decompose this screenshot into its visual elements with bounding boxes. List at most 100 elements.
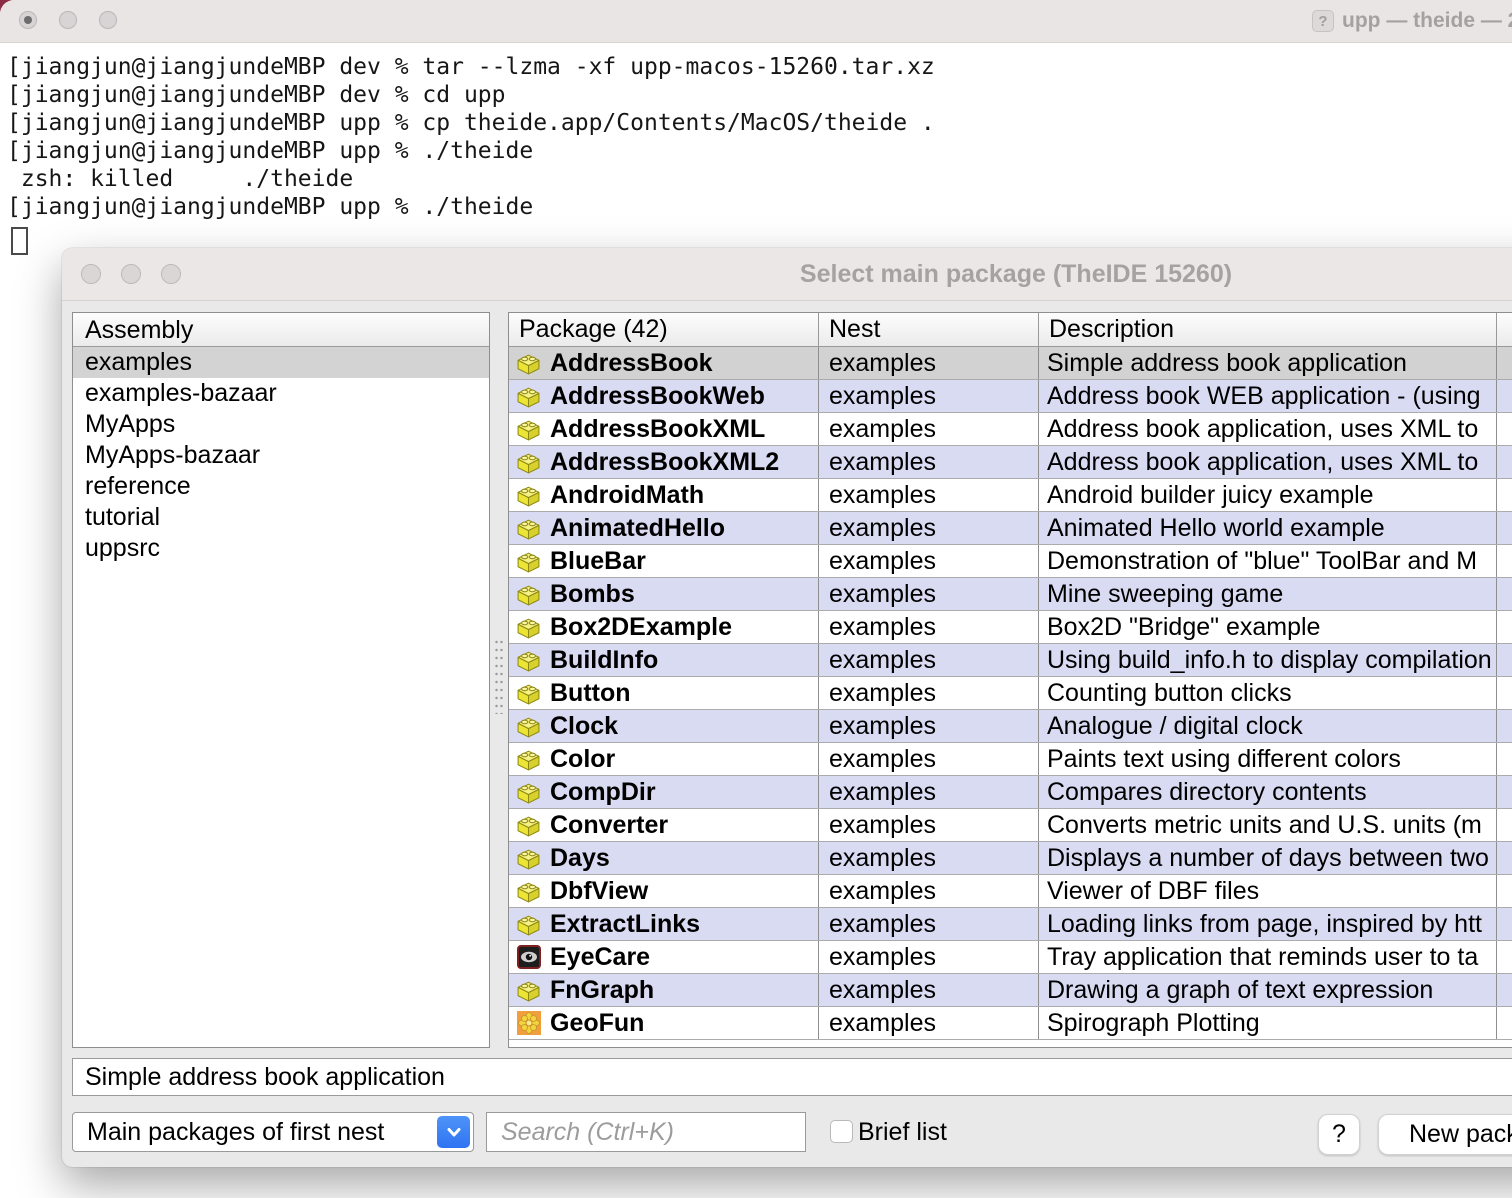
package-description: Converts metric units and U.S. units (m bbox=[1039, 809, 1497, 841]
package-row-AnimatedHello[interactable]: AnimatedHello examples Animated Hello wo… bbox=[509, 512, 1512, 545]
package-nest: examples bbox=[819, 347, 1039, 379]
package-description: Android builder juicy example bbox=[1039, 479, 1497, 511]
row-spacer bbox=[1497, 908, 1512, 940]
package-row-AddressBook[interactable]: AddressBook examples Simple address book… bbox=[509, 347, 1512, 380]
package-description: Demonstration of "blue" ToolBar and M bbox=[1039, 545, 1497, 577]
package-rows: AddressBook examples Simple address book… bbox=[509, 347, 1512, 1040]
package-nest: examples bbox=[819, 644, 1039, 676]
package-row-GeoFun[interactable]: GeoFun examples Spirograph Plotting bbox=[509, 1007, 1512, 1040]
package-row-AndroidMath[interactable]: AndroidMath examples Android builder jui… bbox=[509, 479, 1512, 512]
package-nest: examples bbox=[819, 809, 1039, 841]
package-row-Button[interactable]: Button examples Counting button clicks bbox=[509, 677, 1512, 710]
brief-list-label: Brief list bbox=[858, 1114, 947, 1150]
assembly-item-tutorial[interactable]: tutorial bbox=[73, 502, 489, 533]
row-spacer bbox=[1497, 446, 1512, 478]
package-description: Using build_info.h to display compilatio… bbox=[1039, 644, 1497, 676]
nest-filter-dropdown[interactable]: Main packages of first nest bbox=[72, 1112, 474, 1152]
row-spacer bbox=[1497, 545, 1512, 577]
terminal-line: zsh: killed ./theide bbox=[7, 165, 1512, 193]
row-spacer bbox=[1497, 479, 1512, 511]
assembly-item-uppsrc[interactable]: uppsrc bbox=[73, 533, 489, 564]
package-row-BlueBar[interactable]: BlueBar examples Demonstration of "blue"… bbox=[509, 545, 1512, 578]
close-dot-icon bbox=[24, 16, 32, 24]
dropdown-button[interactable] bbox=[437, 1116, 470, 1148]
package-nest: examples bbox=[819, 974, 1039, 1006]
package-icon bbox=[515, 812, 542, 838]
terminal-close-button[interactable] bbox=[19, 11, 37, 29]
search-input[interactable]: Search (Ctrl+K) bbox=[486, 1112, 806, 1152]
column-header-description[interactable]: Description bbox=[1039, 313, 1497, 346]
assembly-item-reference[interactable]: reference bbox=[73, 471, 489, 502]
package-row-Color[interactable]: Color examples Paints text using differe… bbox=[509, 743, 1512, 776]
dialog-minimize-button[interactable] bbox=[121, 264, 141, 284]
assembly-item-MyApps[interactable]: MyApps bbox=[73, 409, 489, 440]
package-icon bbox=[515, 878, 542, 904]
terminal-line: [jiangjun@jiangjundeMBP upp % ./theide bbox=[7, 137, 1512, 165]
terminal-output[interactable]: [jiangjun@jiangjundeMBP dev % tar --lzma… bbox=[7, 53, 1512, 221]
assembly-list: examplesexamples-bazaarMyAppsMyApps-baza… bbox=[73, 347, 489, 564]
row-spacer bbox=[1497, 974, 1512, 1006]
package-description: Paints text using different colors bbox=[1039, 743, 1497, 775]
package-row-AddressBookXML[interactable]: AddressBookXML examples Address book app… bbox=[509, 413, 1512, 446]
package-name: AnimatedHello bbox=[550, 514, 725, 543]
panel-splitter-handle[interactable] bbox=[493, 638, 503, 714]
package-icon bbox=[515, 482, 542, 508]
package-icon bbox=[515, 779, 542, 805]
dialog-title: Select main package (TheIDE 15260) bbox=[800, 260, 1232, 289]
terminal-line: [jiangjun@jiangjundeMBP upp % ./theide bbox=[7, 193, 1512, 221]
package-description: Address book application, uses XML to bbox=[1039, 413, 1497, 445]
nest-filter-value: Main packages of first nest bbox=[73, 1113, 433, 1151]
dialog-zoom-button[interactable] bbox=[161, 264, 181, 284]
assembly-item-MyApps-bazaar[interactable]: MyApps-bazaar bbox=[73, 440, 489, 471]
package-row-EyeCare[interactable]: EyeCare examples Tray application that r… bbox=[509, 941, 1512, 974]
row-spacer bbox=[1497, 710, 1512, 742]
new-package-button[interactable]: New package bbox=[1378, 1114, 1512, 1155]
package-nest: examples bbox=[819, 413, 1039, 445]
package-name: EyeCare bbox=[550, 943, 650, 972]
assembly-header: Assembly bbox=[73, 313, 489, 347]
package-name: FnGraph bbox=[550, 976, 654, 1005]
row-spacer bbox=[1497, 512, 1512, 544]
package-row-FnGraph[interactable]: FnGraph examples Drawing a graph of text… bbox=[509, 974, 1512, 1007]
package-row-AddressBookWeb[interactable]: AddressBookWeb examples Address book WEB… bbox=[509, 380, 1512, 413]
package-row-BuildInfo[interactable]: BuildInfo examples Using build_info.h to… bbox=[509, 644, 1512, 677]
package-description: Spirograph Plotting bbox=[1039, 1007, 1497, 1039]
package-nest: examples bbox=[819, 611, 1039, 643]
assembly-item-examples-bazaar[interactable]: examples-bazaar bbox=[73, 378, 489, 409]
dialog-titlebar: Select main package (TheIDE 15260) bbox=[62, 248, 1512, 301]
column-header-nest[interactable]: Nest bbox=[819, 313, 1039, 346]
dialog-close-button[interactable] bbox=[81, 264, 101, 284]
row-spacer bbox=[1497, 380, 1512, 412]
row-spacer bbox=[1497, 941, 1512, 973]
package-icon bbox=[515, 680, 542, 706]
terminal-minimize-button[interactable] bbox=[59, 11, 77, 29]
package-row-Days[interactable]: Days examples Displays a number of days … bbox=[509, 842, 1512, 875]
package-description: Loading links from page, inspired by htt bbox=[1039, 908, 1497, 940]
column-header-package[interactable]: Package (42) bbox=[509, 313, 819, 346]
package-row-Clock[interactable]: Clock examples Analogue / digital clock bbox=[509, 710, 1512, 743]
package-icon bbox=[515, 416, 542, 442]
package-description: Mine sweeping game bbox=[1039, 578, 1497, 610]
package-row-Box2DExample[interactable]: Box2DExample examples Box2D "Bridge" exa… bbox=[509, 611, 1512, 644]
package-icon bbox=[515, 911, 542, 937]
package-row-Bombs[interactable]: Bombs examples Mine sweeping game bbox=[509, 578, 1512, 611]
row-spacer bbox=[1497, 677, 1512, 709]
package-nest: examples bbox=[819, 842, 1039, 874]
brief-list-checkbox[interactable] bbox=[830, 1120, 853, 1143]
package-icon bbox=[515, 713, 542, 739]
package-row-CompDir[interactable]: CompDir examples Compares directory cont… bbox=[509, 776, 1512, 809]
package-description: Tray application that reminds user to ta bbox=[1039, 941, 1497, 973]
assembly-item-examples[interactable]: examples bbox=[73, 347, 489, 378]
package-row-DbfView[interactable]: DbfView examples Viewer of DBF files bbox=[509, 875, 1512, 908]
package-row-Converter[interactable]: Converter examples Converts metric units… bbox=[509, 809, 1512, 842]
package-icon bbox=[515, 350, 542, 376]
row-spacer bbox=[1497, 743, 1512, 775]
terminal-zoom-button[interactable] bbox=[99, 11, 117, 29]
package-name: CompDir bbox=[550, 778, 656, 807]
help-button[interactable]: ? bbox=[1318, 1114, 1360, 1155]
package-nest: examples bbox=[819, 380, 1039, 412]
column-header-spacer bbox=[1497, 313, 1512, 346]
package-row-AddressBookXML2[interactable]: AddressBookXML2 examples Address book ap… bbox=[509, 446, 1512, 479]
package-name: Days bbox=[550, 844, 610, 873]
package-row-ExtractLinks[interactable]: ExtractLinks examples Loading links from… bbox=[509, 908, 1512, 941]
